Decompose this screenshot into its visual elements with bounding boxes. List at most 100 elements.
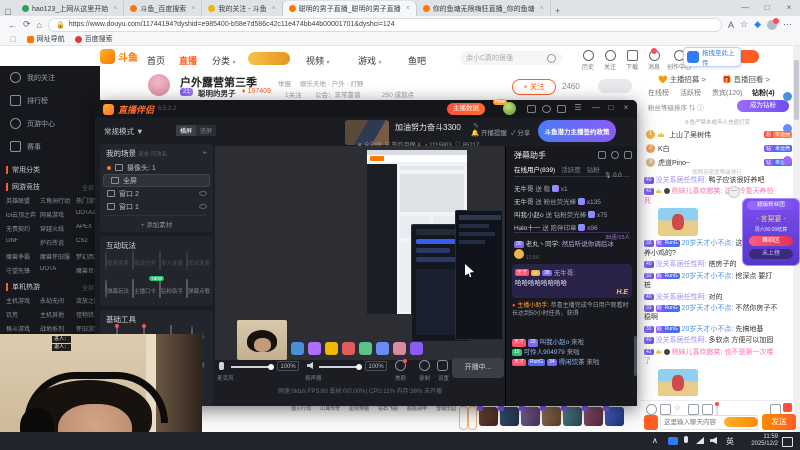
add-scene-button[interactable]: + bbox=[203, 148, 207, 157]
back-icon[interactable]: ← bbox=[8, 20, 17, 30]
game-link[interactable]: 永劫无间 bbox=[40, 296, 76, 305]
window-close-button[interactable]: × bbox=[778, 0, 800, 16]
game-link[interactable]: DOTA bbox=[40, 266, 76, 275]
ime-indicator[interactable]: 英 bbox=[726, 436, 734, 447]
game-link[interactable]: 战地系列 bbox=[40, 324, 76, 333]
landscape-option[interactable]: 横屏 bbox=[176, 125, 197, 136]
scene-fullscreen[interactable]: 全屏 bbox=[103, 174, 210, 187]
notification-center-icon[interactable] bbox=[782, 437, 793, 447]
fanclub-rank-button[interactable]: 未上榜 bbox=[749, 249, 793, 259]
anchor-recruit-link[interactable]: 🧡 主播招募 > bbox=[658, 74, 706, 85]
subscribe-pill[interactable] bbox=[598, 79, 632, 93]
feature-video-link[interactable]: 视频连麦 bbox=[104, 251, 130, 270]
companion-close-button[interactable]: × bbox=[619, 103, 633, 112]
pgc-event-icon[interactable] bbox=[248, 52, 290, 65]
tab-diamond-fans[interactable]: 钻粉(4) bbox=[752, 88, 775, 98]
float-service-icon[interactable] bbox=[783, 92, 792, 101]
gift-item[interactable]: 超能战甲 bbox=[403, 405, 431, 412]
favorite-star-icon[interactable]: ☆ bbox=[740, 19, 748, 30]
feature-song-request[interactable]: 弹幕点歌 bbox=[185, 279, 211, 298]
section-common-categories[interactable]: 常用分类 bbox=[6, 165, 100, 175]
replay-link[interactable]: 🎁 直播回看 > bbox=[722, 74, 770, 85]
companion-title-bar[interactable]: 直播伴侣 6.5.3.2 主播数据 New ☰ — □ × bbox=[95, 99, 637, 118]
nav-live[interactable]: 直播 bbox=[179, 54, 197, 67]
companion-avatar[interactable] bbox=[503, 102, 516, 115]
microphone-icon[interactable] bbox=[219, 362, 224, 370]
bookmark-site-nav[interactable]: 网址导航 bbox=[26, 34, 65, 44]
search-input[interactable]: 余小C真的很强 bbox=[460, 51, 562, 65]
game-link[interactable]: 饥荒 bbox=[6, 310, 40, 319]
card-icon[interactable] bbox=[702, 404, 713, 415]
companion-minimize-button[interactable]: — bbox=[589, 103, 603, 112]
mode-selector[interactable]: 常规模式 ▼ bbox=[104, 126, 144, 137]
game-link[interactable]: 主机其他 bbox=[40, 310, 76, 319]
game-link[interactable]: 炉石传说 bbox=[40, 238, 76, 247]
fan-rank-row[interactable]: 2 K白 钻幸运壳 bbox=[646, 142, 792, 155]
sidebar-item-my-follow[interactable]: 我的关注 bbox=[0, 66, 100, 89]
fan-rank-row[interactable]: 1 上山了吴树伟 超幸运壳 bbox=[646, 128, 792, 141]
menu-icon[interactable]: ☰ bbox=[571, 103, 585, 112]
room-thumbnail[interactable] bbox=[540, 405, 561, 426]
nav-game[interactable]: 游戏 ▾ bbox=[358, 54, 382, 67]
feature-challenge[interactable]: 挑战任务 bbox=[131, 251, 157, 270]
collapse-card-button[interactable]: — bbox=[728, 186, 740, 198]
live-streaming-button[interactable]: 开播中... bbox=[452, 358, 504, 378]
streamer-name[interactable]: 聪明的男子 bbox=[198, 88, 236, 99]
see-all-link[interactable]: 全部 bbox=[82, 183, 94, 192]
scene-window1[interactable]: 窗口 1 bbox=[100, 200, 213, 213]
apps-icon[interactable] bbox=[557, 105, 566, 113]
tab-close-icon[interactable]: × bbox=[540, 5, 544, 12]
game-link[interactable]: 英雄联盟 bbox=[6, 196, 40, 205]
room-thumbnail[interactable] bbox=[477, 405, 498, 426]
tab-vip[interactable]: 贵宾(120) bbox=[712, 88, 742, 98]
game-link[interactable]: 守望先锋 bbox=[6, 266, 40, 275]
game-link[interactable]: DNF bbox=[6, 238, 40, 247]
section-console-games[interactable]: 单机热游 全部 bbox=[6, 282, 100, 292]
gift-item[interactable]: 山海传奇 bbox=[316, 405, 344, 412]
extension-icon[interactable]: ◆ bbox=[754, 19, 761, 30]
achievement-points[interactable]: 250 成就点 bbox=[382, 89, 414, 99]
tray-mic-icon[interactable] bbox=[684, 436, 688, 443]
feature-danmu-play[interactable]: 弹幕玩法 bbox=[104, 279, 130, 298]
fan-sort-label[interactable]: 粉丝等级排序 ⇅ ⓘ bbox=[648, 102, 704, 112]
stream-breadcrumb[interactable]: 娱乐天地 · 户外 · 打野 bbox=[300, 78, 364, 88]
sidebar-item-webgame[interactable]: 页游中心 bbox=[0, 112, 100, 135]
streamer-avatar[interactable] bbox=[148, 74, 170, 96]
url-field[interactable]: 🔒 https://www.douyu.com/11744194?dyshid=… bbox=[47, 17, 722, 32]
read-aloud-icon[interactable]: A bbox=[728, 20, 734, 30]
tab-baidu-douyu[interactable]: 斗鱼_百度搜索 × bbox=[124, 1, 203, 16]
guild-label[interactable]: 公会：非常靠谱 bbox=[315, 89, 361, 99]
expand-icon[interactable] bbox=[624, 151, 632, 159]
star-icon[interactable]: ☆ bbox=[674, 403, 681, 412]
more-menu-icon[interactable]: ⋯ bbox=[783, 19, 792, 30]
become-diamond-fan-button[interactable]: 成为钻粉 bbox=[737, 100, 789, 112]
room-thumbnail[interactable] bbox=[519, 405, 540, 426]
message-icon[interactable]: 消息 bbox=[644, 48, 664, 71]
beauty-icon[interactable] bbox=[395, 359, 407, 371]
gift-item[interactable]: 星际穿越 bbox=[345, 405, 373, 412]
share-button[interactable]: ✓ 分享 bbox=[511, 127, 530, 137]
float-service-icon[interactable] bbox=[783, 156, 792, 165]
report-link[interactable]: 举报 bbox=[278, 78, 291, 88]
speaker-icon[interactable] bbox=[307, 362, 313, 369]
feature-diamond-helper[interactable]: NEW 钻粉助手 bbox=[149, 276, 184, 298]
scene-window2[interactable]: 窗口 2 bbox=[100, 187, 213, 200]
float-service-icon[interactable] bbox=[783, 124, 792, 133]
taskbar-clock[interactable]: 11:59 2025/12/2 bbox=[742, 434, 778, 448]
fanclub-zone-button[interactable]: 舞蹈区 bbox=[749, 236, 793, 246]
gift-strip-pager[interactable] bbox=[468, 406, 477, 430]
profile-avatar[interactable] bbox=[767, 17, 779, 30]
new-tab-button[interactable]: + bbox=[551, 6, 565, 16]
room-thumbnail[interactable] bbox=[498, 405, 519, 426]
section-pc-games[interactable]: 网游竞技 全部 bbox=[6, 182, 100, 192]
orientation-toggle[interactable]: 横屏 竖屏 bbox=[176, 125, 217, 136]
room-thumbnail[interactable] bbox=[561, 405, 582, 426]
tray-volume-icon[interactable] bbox=[710, 437, 717, 444]
tab-my-follow[interactable]: 我的关注 - 斗鱼 × bbox=[202, 1, 283, 16]
download-icon[interactable]: 下载 bbox=[622, 50, 642, 71]
game-link[interactable]: 魔兽争霸 bbox=[6, 252, 40, 261]
gift-strip-pager[interactable] bbox=[459, 406, 468, 430]
game-link[interactable]: lol云顶之弈 bbox=[6, 210, 40, 219]
portrait-option[interactable]: 竖屏 bbox=[196, 125, 217, 136]
feature-multi-link[interactable]: 多人连麦 bbox=[158, 251, 184, 270]
